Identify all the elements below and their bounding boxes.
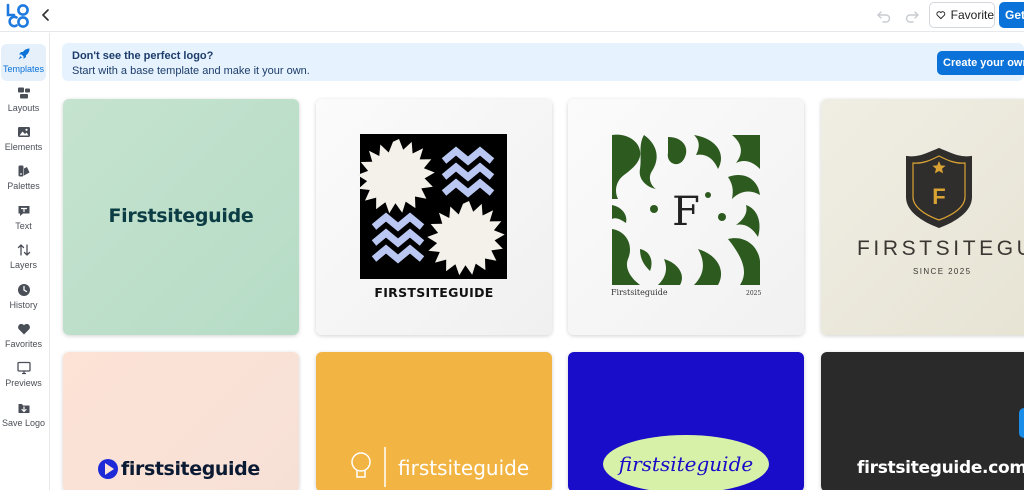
shield-crest-graphic: F (906, 147, 972, 229)
create-your-own-button[interactable]: Create your own l (937, 51, 1024, 75)
sidebar-item-label: Palettes (7, 181, 40, 191)
sidebar: Templates Layouts Elements Palettes Text… (0, 33, 50, 490)
template-card[interactable]: F Firstsiteguide 2025 (568, 99, 804, 335)
favorite-button-label: Favorite (950, 8, 994, 22)
template-card[interactable]: firstsiteguide (316, 352, 552, 490)
layers-icon (17, 244, 30, 256)
template-card[interactable]: Firstsiteguide (63, 99, 299, 335)
template-card[interactable]: firstsiteguide.com (821, 352, 1024, 490)
sidebar-item-layers[interactable]: Layers (1, 240, 46, 277)
template-brand-text: FIRSTSITEGUIDE (857, 237, 1024, 260)
rocket-icon (18, 48, 29, 60)
template-brand-text: firstsiteguide (121, 458, 260, 480)
help-widget-tab[interactable] (1019, 408, 1024, 438)
sidebar-item-label: Layouts (7, 103, 40, 113)
sidebar-item-label: Templates (2, 64, 45, 74)
banner-title: Don't see the perfect logo? (72, 50, 214, 62)
back-chevron-icon[interactable] (37, 6, 55, 24)
template-year-text: 2025 (746, 290, 762, 297)
download-icon (18, 404, 29, 413)
clock-icon (17, 284, 30, 296)
get-logo-button[interactable]: Get (999, 2, 1024, 28)
template-card[interactable]: FIRSTSITEGUIDE (316, 99, 552, 335)
monitor-icon (16, 361, 31, 375)
get-button-label: Get (1005, 8, 1024, 22)
crest-monogram: F (932, 184, 945, 209)
botanical-frame-graphic: F (612, 134, 760, 285)
sidebar-item-label: Elements (4, 142, 43, 152)
sidebar-item-save-logo[interactable]: Save Logo (1, 398, 46, 435)
template-tagline-text: SINCE 2025 (913, 267, 972, 276)
text-bubble-icon (18, 206, 29, 216)
template-brand-text: firstsiteguide (618, 452, 754, 476)
template-brand-text: Firstsiteguide (611, 288, 668, 297)
banner-subtitle: Start with a base template and make it y… (72, 65, 310, 77)
sidebar-item-label: History (9, 300, 38, 310)
layouts-icon (17, 87, 30, 99)
sidebar-item-elements[interactable]: Elements (1, 122, 46, 159)
monogram-letter: F (672, 189, 700, 235)
template-card[interactable]: firstsiteguide (63, 352, 299, 490)
sidebar-item-label: Save Logo (1, 418, 46, 428)
undo-icon[interactable] (876, 8, 892, 24)
template-card[interactable]: firstsiteguide (568, 352, 804, 490)
template-brand-text: Firstsiteguide (108, 205, 254, 227)
sidebar-item-label: Favorites (4, 339, 42, 349)
app-logo[interactable] (5, 3, 31, 29)
redo-icon[interactable] (904, 8, 920, 24)
palette-icon (18, 165, 29, 177)
sidebar-item-label: Text (15, 221, 32, 231)
sidebar-item-templates[interactable]: Templates (1, 44, 46, 81)
sidebar-item-history[interactable]: History (1, 280, 46, 317)
sidebar-item-text[interactable]: Text (1, 201, 46, 238)
favorite-button[interactable]: Favorite (929, 2, 995, 28)
image-icon (17, 127, 30, 137)
sidebar-item-label: Layers (9, 260, 37, 270)
template-brand-text: firstsiteguide (398, 456, 530, 480)
sidebar-item-previews[interactable]: Previews (1, 358, 46, 395)
heart-icon (17, 323, 30, 335)
sidebar-item-label: Previews (5, 378, 42, 388)
top-bar: Favorite Get (0, 0, 1024, 32)
sidebar-item-palettes[interactable]: Palettes (1, 161, 46, 198)
sidebar-item-layouts[interactable]: Layouts (1, 83, 46, 120)
heart-outline-icon (936, 11, 946, 20)
template-banner: Don't see the perfect logo? Start with a… (62, 43, 1024, 81)
logo-maker-app: Favorite Get Templates Layouts Elements … (0, 0, 1024, 490)
template-brand-text: firstsiteguide.com (857, 458, 1024, 478)
template-card[interactable]: F FIRSTSITEGUIDE SINCE 2025 (821, 99, 1024, 335)
template-brand-text: FIRSTSITEGUIDE (374, 285, 494, 300)
sidebar-item-favorites[interactable]: Favorites (1, 319, 46, 356)
